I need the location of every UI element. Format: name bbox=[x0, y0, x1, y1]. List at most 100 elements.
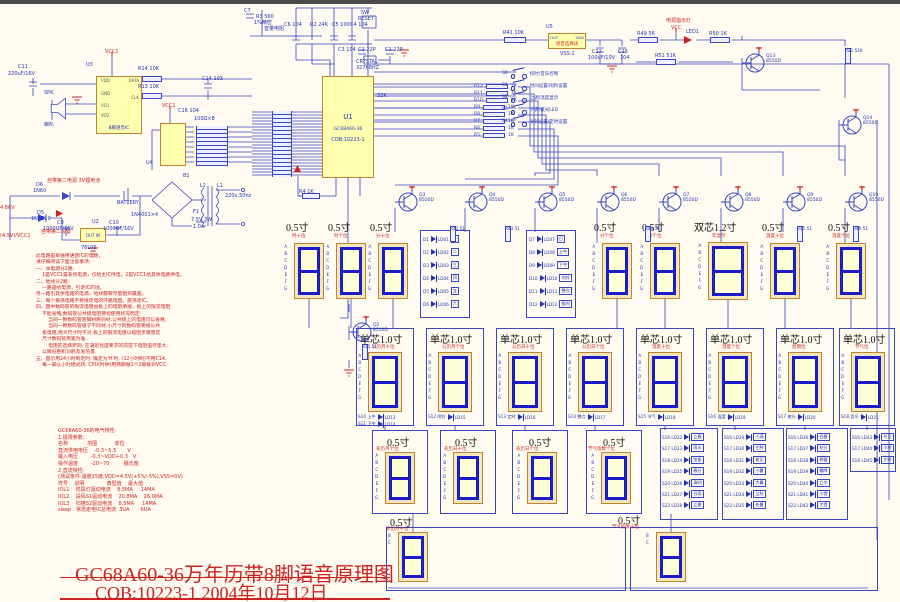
led-diode-icon bbox=[684, 445, 689, 451]
led-designator: S20 LD26 bbox=[662, 481, 682, 486]
solar-term-label: 立夏 bbox=[691, 501, 703, 509]
resistor-ref: R11 bbox=[474, 91, 483, 96]
led-row: D12 LD12 报时 bbox=[529, 300, 572, 308]
digit-glyph bbox=[340, 247, 362, 295]
digit-glyph bbox=[372, 356, 398, 408]
component-label: 100uF/10V bbox=[588, 55, 615, 61]
switch-row: S4 闹铃设置/定时设置 bbox=[502, 118, 567, 125]
display-pin-labels: A B C D E F G bbox=[591, 452, 594, 501]
component-label: C7 bbox=[244, 8, 251, 14]
led-row: S10 上午 LD13 bbox=[358, 414, 396, 420]
component-label: 1N60 bbox=[33, 188, 46, 194]
transistor-labels: Q108550D bbox=[869, 193, 884, 203]
display-pin-labels: A B C D E F G bbox=[826, 243, 829, 292]
led-tag: 二 bbox=[451, 248, 459, 256]
led-diode-icon bbox=[746, 445, 751, 451]
transistor: Q98550D bbox=[783, 185, 813, 219]
transistor-icon bbox=[535, 185, 561, 217]
switch-designator: S1 bbox=[502, 83, 508, 88]
resistor-body bbox=[483, 126, 505, 131]
led-designator: S18 LD45 bbox=[852, 458, 872, 463]
component-label: 1N4001×4 bbox=[131, 212, 158, 218]
resistor-label: R21 51K bbox=[845, 48, 863, 53]
component-label: R4 1K bbox=[299, 189, 314, 195]
led-tag: 下午 bbox=[557, 261, 569, 269]
led-ref: LD21 bbox=[868, 415, 879, 420]
led-designator: S15 节气 bbox=[638, 414, 656, 420]
digit-glyph bbox=[774, 247, 796, 295]
display-caption: 年显示 bbox=[712, 233, 726, 239]
seven-segment-display bbox=[601, 452, 631, 504]
display-caption: 节气位 bbox=[855, 344, 869, 350]
solar-led-row: S17 LD44 小寒 bbox=[852, 444, 894, 452]
led-designator: D12 bbox=[529, 302, 538, 307]
resistor-ref: R10 bbox=[474, 98, 483, 103]
led-ref: LD18 bbox=[665, 415, 676, 420]
resistor-r49 bbox=[638, 37, 658, 43]
resistor-ref: R12 bbox=[474, 84, 483, 89]
led-diode-icon bbox=[728, 414, 733, 420]
solar-led-row: S17 LD30 芒种 bbox=[724, 444, 766, 452]
solar-term-label: 惊蛰 bbox=[691, 456, 703, 464]
led-designator: D6 bbox=[423, 302, 429, 307]
led-row: S14 整点 LD17 bbox=[568, 414, 606, 420]
led-designator: S16 LD36 bbox=[788, 435, 808, 440]
digit-glyph bbox=[722, 356, 748, 408]
led-row: S16 温度 LD19 bbox=[708, 414, 746, 420]
led-tag: 整点 bbox=[559, 287, 571, 295]
schematic-canvas: U1 GC68A60-36 COB:10223-1 VDD GND DATA C… bbox=[0, 0, 900, 602]
display-pin-labels: A B C D E F G bbox=[326, 243, 329, 292]
solar-led-row: S17 LD23 雨水 bbox=[662, 444, 704, 452]
led-designator: S16 LD29 bbox=[724, 435, 744, 440]
u1-cob: COB:10223-1 bbox=[323, 137, 373, 143]
resistor-r13 bbox=[142, 93, 162, 99]
led-designator: S20 LD33 bbox=[724, 481, 744, 486]
resistor-ref: R7 bbox=[474, 119, 480, 124]
led-diode-icon bbox=[448, 414, 453, 420]
led-ref: LD09 bbox=[544, 263, 555, 268]
annotation-label: 自带第二设置 bbox=[41, 229, 71, 235]
switch-row: S0 校时/音乐控制 bbox=[502, 70, 558, 77]
switch-designator: S2 bbox=[502, 95, 508, 100]
component-label: C1 22P bbox=[385, 47, 403, 53]
switch-label: 闹铃设置/定时设置 bbox=[530, 119, 568, 125]
resistor-ref: R8 bbox=[474, 112, 480, 117]
component-label: LED1 bbox=[686, 29, 699, 35]
resistor-r41 bbox=[504, 37, 526, 43]
display-pin-labels: A B C D E F G bbox=[568, 352, 571, 401]
led-row: S13 定时 LD16 bbox=[498, 414, 536, 420]
display-pin-labels: A B C D E F G bbox=[443, 452, 446, 501]
led-diode-icon bbox=[540, 275, 545, 281]
component-label: 32K bbox=[377, 93, 387, 99]
display-pin-labels: A B C D E F G bbox=[708, 352, 711, 401]
display-caption: 公历日个位 bbox=[582, 344, 605, 350]
digit-glyph bbox=[605, 456, 627, 500]
led-designator: S22 LD28 bbox=[662, 503, 682, 508]
annotation-label: VCC bbox=[671, 25, 681, 31]
led-ref: LD02 bbox=[438, 250, 449, 255]
transistor-icon bbox=[721, 185, 747, 217]
led-ref: LD17 bbox=[595, 415, 606, 420]
led-designator: S18 LD38 bbox=[788, 458, 808, 463]
led-designator: D2 bbox=[423, 250, 429, 255]
led-ref: LD11 bbox=[547, 289, 558, 294]
solar-term-label: 小暑 bbox=[753, 467, 765, 475]
display-caption: 节气指数十位 bbox=[612, 524, 639, 530]
led-diode-icon bbox=[518, 414, 523, 420]
solar-led-row: S18 LD31 夏至 bbox=[724, 456, 766, 464]
led-ref: LD06 bbox=[438, 302, 449, 307]
transistor: Q38550D bbox=[395, 185, 425, 219]
solar-led-row: S20 LD33 大暑 bbox=[724, 479, 766, 487]
transistor-icon bbox=[597, 185, 623, 217]
switch-designator: S3 bbox=[502, 107, 508, 112]
led-designator: D7 bbox=[529, 237, 535, 242]
led-ref: LD03 bbox=[438, 263, 449, 268]
display-pin-labels: A B C D E F G bbox=[760, 243, 763, 292]
resistor-label: R43 51 bbox=[505, 226, 520, 231]
switch-row: S3 下调/夜光LED bbox=[502, 106, 558, 113]
seven-segment-display bbox=[453, 452, 483, 504]
led-designator: S21 LD27 bbox=[662, 492, 682, 497]
resistor-label: R44 51 bbox=[645, 226, 660, 231]
seven-segment-display bbox=[656, 532, 686, 582]
display-caption: 星期位 bbox=[792, 344, 806, 350]
